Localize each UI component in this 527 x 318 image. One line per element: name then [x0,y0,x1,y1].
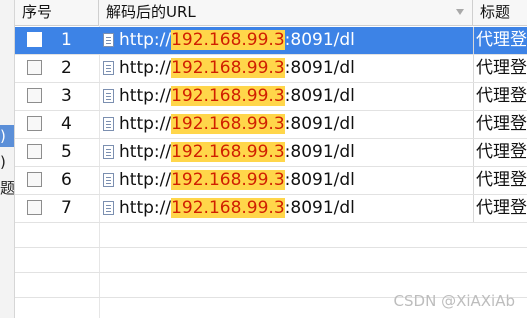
file-icon [103,201,114,215]
row-index: 7 [61,198,72,218]
table-row[interactable]: 4 http://192.168.99.3:8091/dl 代理登 [15,111,527,139]
table-row[interactable]: 7 http://192.168.99.3:8091/dl 代理登 [15,195,527,223]
table-row[interactable]: 5 http://192.168.99.3:8091/dl 代理登 [15,139,527,167]
column-header-title[interactable]: 标题 [473,0,527,25]
row-url: http://192.168.99.3:8091/dl [119,139,469,166]
row-checkbox[interactable] [27,32,42,47]
left-fragment-3: 题 [0,179,14,197]
url-suffix: :8091/dl [284,198,355,218]
file-icon [103,173,114,187]
url-suffix: :8091/dl [284,58,355,78]
url-prefix: http:// [119,142,172,162]
sort-indicator-icon[interactable] [456,9,464,15]
row-checkbox[interactable] [27,200,42,215]
url-prefix: http:// [119,86,172,106]
row-title: 代理登 [473,55,527,82]
row-index: 5 [61,142,72,162]
table-row[interactable]: 3 http://192.168.99.3:8091/dl 代理登 [15,83,527,111]
row-index: 1 [61,30,72,50]
url-host: 192.168.99.3 [171,142,285,162]
url-host: 192.168.99.3 [171,198,285,218]
url-prefix: http:// [119,58,172,78]
row-url: http://192.168.99.3:8091/dl [119,27,469,54]
table-row[interactable]: 6 http://192.168.99.3:8091/dl 代理登 [15,167,527,195]
row-checkbox[interactable] [27,172,42,187]
table-row[interactable]: 1 http://192.168.99.3:8091/dl 代理登 [15,27,527,55]
row-checkbox[interactable] [27,60,42,75]
row-checkbox[interactable] [27,116,42,131]
row-title: 代理登 [473,83,527,110]
row-title: 代理登 [473,195,527,222]
url-suffix: :8091/dl [284,170,355,190]
url-prefix: http:// [119,198,172,218]
row-index: 2 [61,58,72,78]
row-checkbox[interactable] [27,88,42,103]
row-index: 3 [61,86,72,106]
column-header-decoded-url-label: 解码后的URL [106,3,196,21]
file-icon [103,117,114,131]
row-url: http://192.168.99.3:8091/dl [119,195,469,222]
file-icon [103,61,114,75]
row-index: 4 [61,114,72,134]
row-title: 代理登 [473,167,527,194]
url-prefix: http:// [119,114,172,134]
left-fragment-1: ) [0,125,14,147]
empty-row [15,223,527,248]
url-host: 192.168.99.3 [171,170,285,190]
row-title: 代理登 [473,139,527,166]
row-url: http://192.168.99.3:8091/dl [119,111,469,138]
url-host: 192.168.99.3 [171,86,285,106]
url-host: 192.168.99.3 [171,30,285,50]
row-title: 代理登 [473,27,527,54]
url-prefix: http:// [119,30,172,50]
url-host: 192.168.99.3 [171,114,285,134]
table-header: 序号 解码后的URL 标题 [15,0,527,26]
url-suffix: :8091/dl [284,86,355,106]
left-panel-strip: ) ) 题 [0,0,15,318]
file-icon [103,33,114,47]
url-suffix: :8091/dl [284,30,355,50]
url-suffix: :8091/dl [284,142,355,162]
empty-row [15,248,527,273]
row-url: http://192.168.99.3:8091/dl [119,167,469,194]
column-header-decoded-url[interactable]: 解码后的URL [99,0,473,25]
file-icon [103,145,114,159]
column-header-index[interactable]: 序号 [15,0,99,25]
table-row[interactable]: 2 http://192.168.99.3:8091/dl 代理登 [15,55,527,83]
url-suffix: :8091/dl [284,114,355,134]
watermark: CSDN @XiAXiAb [393,292,515,310]
row-index: 6 [61,170,72,190]
results-table: 序号 解码后的URL 标题 1 http://192.168.99.3:8091… [15,0,527,318]
row-checkbox[interactable] [27,144,42,159]
row-url: http://192.168.99.3:8091/dl [119,83,469,110]
url-host: 192.168.99.3 [171,58,285,78]
file-icon [103,89,114,103]
left-fragment-2: ) [0,153,6,171]
url-prefix: http:// [119,170,172,190]
row-url: http://192.168.99.3:8091/dl [119,55,469,82]
row-title: 代理登 [473,111,527,138]
table-body: 1 http://192.168.99.3:8091/dl 代理登 2 http… [15,27,527,298]
